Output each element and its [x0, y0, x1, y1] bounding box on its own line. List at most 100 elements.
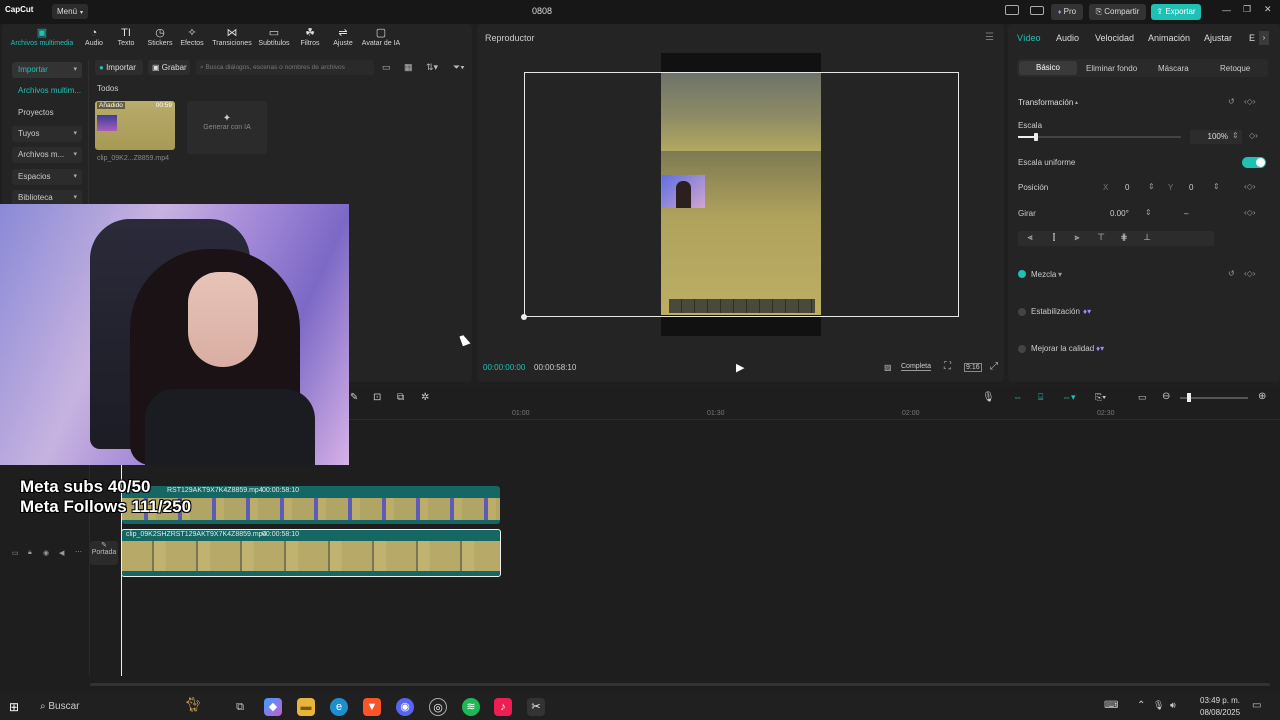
split-icon[interactable]: ⎘▾	[1095, 392, 1106, 403]
zoom-out-icon[interactable]: ⊖	[1162, 391, 1170, 402]
search-input[interactable]: ⌕ Busca diálogos, escenas o nombres de a…	[196, 60, 374, 75]
task-view-icon[interactable]: ⧉	[231, 698, 249, 716]
align-top-icon[interactable]: ⊤	[1094, 232, 1108, 244]
tab-effects[interactable]: ✧ Efectos	[178, 27, 206, 53]
grid-icon[interactable]: ▦	[404, 62, 413, 73]
eye-icon[interactable]: ◉	[43, 549, 49, 557]
snap-icon[interactable]: ⌸	[1038, 392, 1043, 403]
layout-icon[interactable]	[1005, 5, 1019, 15]
discord-icon[interactable]: ◉	[396, 698, 414, 716]
capcut-taskbar-icon[interactable]: ✂	[527, 698, 545, 716]
quality-improve-label[interactable]: Mejorar la calidad	[1031, 344, 1094, 353]
tab-video[interactable]: Vídeo	[1017, 33, 1041, 43]
fullscreen-icon[interactable]: ⤢	[990, 361, 998, 372]
keyframe-icon[interactable]: ‹◇›	[1244, 208, 1255, 217]
tab-text[interactable]: TI Texto	[114, 27, 138, 53]
checkbox-icon[interactable]	[1018, 345, 1026, 353]
more-icon[interactable]: ⋯	[75, 548, 82, 556]
stepper-icon[interactable]: ⇕	[1232, 131, 1239, 140]
crop-icon[interactable]: ⊡	[373, 392, 381, 403]
tab-speed[interactable]: Velocidad	[1095, 33, 1134, 43]
rotate-value[interactable]: 0.00°	[1110, 209, 1129, 218]
record-button[interactable]: ▣ Grabar	[148, 60, 190, 75]
sidebar-item-spaces[interactable]: Espacios ▾	[12, 169, 82, 185]
stabilize-label[interactable]: Estabilización	[1031, 307, 1080, 316]
rotate-dash[interactable]: –	[1184, 209, 1188, 218]
blend-label[interactable]: Mezcla	[1031, 270, 1056, 279]
tab-more[interactable]: E	[1249, 33, 1255, 43]
edit-icon[interactable]: ✎	[350, 392, 358, 403]
sidebar-item-subprojects[interactable]: Proyectos secun...	[12, 105, 82, 133]
waveform-icon[interactable]: ▨	[884, 363, 892, 372]
chevron-up-icon[interactable]: ⌃	[1137, 700, 1145, 711]
clock-time[interactable]: 03:49 p. m.	[1200, 696, 1240, 705]
spotify-icon[interactable]: ≋	[462, 698, 480, 716]
align-center-v-icon[interactable]: ⋕	[1117, 232, 1131, 244]
volume-icon[interactable]: 🔊︎	[1170, 700, 1176, 711]
align-right-icon[interactable]: ⫸	[1070, 232, 1084, 244]
ai-effect-icon[interactable]: ✲	[421, 392, 429, 403]
track-fold-icon[interactable]: ▭	[12, 549, 19, 557]
keyboard-icon[interactable]: ⌨	[1104, 700, 1118, 711]
minimize-icon[interactable]: —	[1222, 5, 1231, 15]
link-icon[interactable]: ⇔▾	[1062, 392, 1076, 403]
sidebar-item-files[interactable]: Archivos m... ▾	[12, 147, 82, 163]
checkbox-checked-icon[interactable]	[1018, 270, 1026, 278]
sort-icon[interactable]: ⇅▾	[426, 62, 438, 73]
folder-icon[interactable]: ▭	[382, 62, 391, 73]
pro-button[interactable]: ♦ Pro	[1051, 4, 1083, 20]
windows-start-icon[interactable]: ⊞	[9, 700, 19, 714]
export-button[interactable]: ⇪ Exportar	[1151, 4, 1201, 20]
stepper-icon[interactable]: ⇕	[1213, 182, 1220, 191]
preview-axis-icon[interactable]: ▭	[1138, 392, 1147, 403]
sidebar-item-media[interactable]: Archivos multim...	[12, 83, 82, 99]
tab-transitions[interactable]: ⋈ Transiciones	[210, 27, 254, 53]
timeline-clip-main[interactable]: clip_09K2SHZRST129AKT9X7K4Z8859.mp4 00:0…	[121, 529, 501, 577]
tab-filters[interactable]: ☘ Filtros	[297, 27, 323, 53]
media-clip-thumbnail[interactable]: Añadido 00:59	[95, 101, 175, 150]
ai-generate-card[interactable]: ✦ Generar con IA	[187, 101, 267, 154]
aspect-ratio-select[interactable]: 9:16	[964, 363, 982, 372]
tab-stickers[interactable]: ◷ Stickers	[145, 27, 175, 53]
keyframe-icon[interactable]: ‹◇›	[1244, 269, 1255, 278]
stepper-icon[interactable]: ⇕	[1145, 208, 1152, 217]
filter-icon[interactable]: ⏷▾	[453, 62, 465, 73]
copilot-icon[interactable]: ◆	[264, 698, 282, 716]
keyframe-icon[interactable]: ◇›	[1249, 131, 1258, 140]
magnet-link-icon[interactable]: ⇔	[1013, 392, 1022, 402]
edge-icon[interactable]: e	[330, 698, 348, 716]
scale-slider-track[interactable]	[1018, 136, 1181, 138]
selection-handle[interactable]	[521, 314, 527, 320]
align-left-icon[interactable]: ⫷	[1023, 232, 1037, 244]
reset-icon[interactable]: ↺	[1228, 97, 1235, 106]
zoom-slider-knob[interactable]	[1187, 393, 1191, 402]
zoom-in-icon[interactable]: ⊕	[1258, 391, 1266, 402]
quality-select[interactable]: Completa	[901, 363, 931, 371]
align-center-h-icon[interactable]: ⫿	[1047, 232, 1061, 244]
scale-slider-knob[interactable]	[1034, 133, 1038, 141]
tiktok-icon[interactable]: ♪	[494, 698, 512, 716]
chevron-up-icon[interactable]: ▴	[1075, 99, 1078, 106]
selection-box[interactable]	[524, 72, 959, 317]
mic-tray-icon[interactable]: 🎙	[1153, 700, 1164, 711]
import-button[interactable]: ● Importar	[95, 60, 143, 75]
clock-date[interactable]: 08/08/2025	[1200, 708, 1240, 717]
sidebar-item-yours[interactable]: Tuyos ▾	[12, 126, 82, 142]
chevron-right-icon[interactable]: ›	[1259, 31, 1269, 45]
stepper-icon[interactable]: ⇕	[1148, 182, 1155, 191]
menu-button[interactable]: Menú ▾	[52, 4, 88, 19]
crop-icon[interactable]: ⛶	[944, 361, 951, 372]
play-icon[interactable]: ▶	[736, 361, 744, 374]
x-value[interactable]: 0	[1125, 183, 1129, 192]
share-button[interactable]: ⎘ Compartir	[1089, 4, 1146, 20]
brave-icon[interactable]: ▼	[363, 698, 381, 716]
cover-button[interactable]: ✎ Portada	[90, 541, 118, 565]
close-icon[interactable]: ✕	[1264, 4, 1272, 15]
horizontal-scrollbar[interactable]	[90, 683, 1270, 686]
keyframe-icon[interactable]: ‹◇›	[1244, 182, 1255, 191]
subtab-mask[interactable]: Máscara	[1158, 64, 1189, 73]
subtab-retouch[interactable]: Retoque	[1220, 64, 1250, 73]
speaker-icon[interactable]: ◀	[59, 549, 64, 557]
chevron-down-icon[interactable]: ▾	[1058, 270, 1062, 279]
player-menu-icon[interactable]: ☰	[985, 32, 994, 43]
